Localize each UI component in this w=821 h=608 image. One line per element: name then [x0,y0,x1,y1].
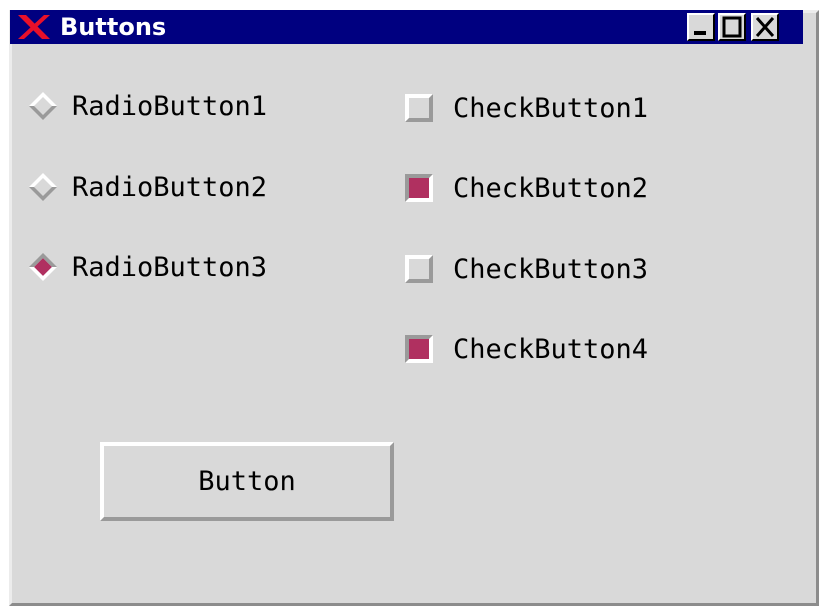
check-label: CheckButton2 [453,172,649,204]
close-icon [755,17,775,37]
radio-label: RadioButton1 [72,90,268,122]
check-button-4[interactable]: CheckButton4 [405,329,648,369]
check-label: CheckButton4 [453,333,649,365]
x-window-logo-icon [18,15,50,39]
maximize-button[interactable] [718,13,746,41]
checkbox-indicator [405,255,433,283]
radio-label: RadioButton3 [72,251,268,283]
check-button-2[interactable]: CheckButton2 [405,168,648,208]
maximize-icon [722,16,742,38]
title-bar[interactable]: Buttons [10,10,803,44]
radio-button-1[interactable]: RadioButton1 [26,86,267,126]
push-button-label: Button [198,466,296,497]
check-button-3[interactable]: CheckButton3 [405,249,648,289]
window-title: Buttons [60,13,167,41]
check-label: CheckButton1 [453,92,649,124]
minimize-icon [694,31,706,35]
radio-button-3[interactable]: RadioButton3 [26,247,267,287]
check-button-1[interactable]: CheckButton1 [405,88,648,128]
radio-button-2[interactable]: RadioButton2 [26,167,267,207]
checkbox-indicator [405,335,433,363]
minimize-button[interactable] [687,13,715,41]
close-button[interactable] [751,13,779,41]
radio-indicator-icon [29,173,57,201]
radio-indicator-icon [29,253,57,281]
push-button[interactable]: Button [100,442,394,521]
radio-label: RadioButton2 [72,171,268,203]
check-label: CheckButton3 [453,253,649,285]
checkbox-indicator [405,94,433,122]
checkbox-indicator [405,174,433,202]
radio-indicator-icon [29,92,57,120]
